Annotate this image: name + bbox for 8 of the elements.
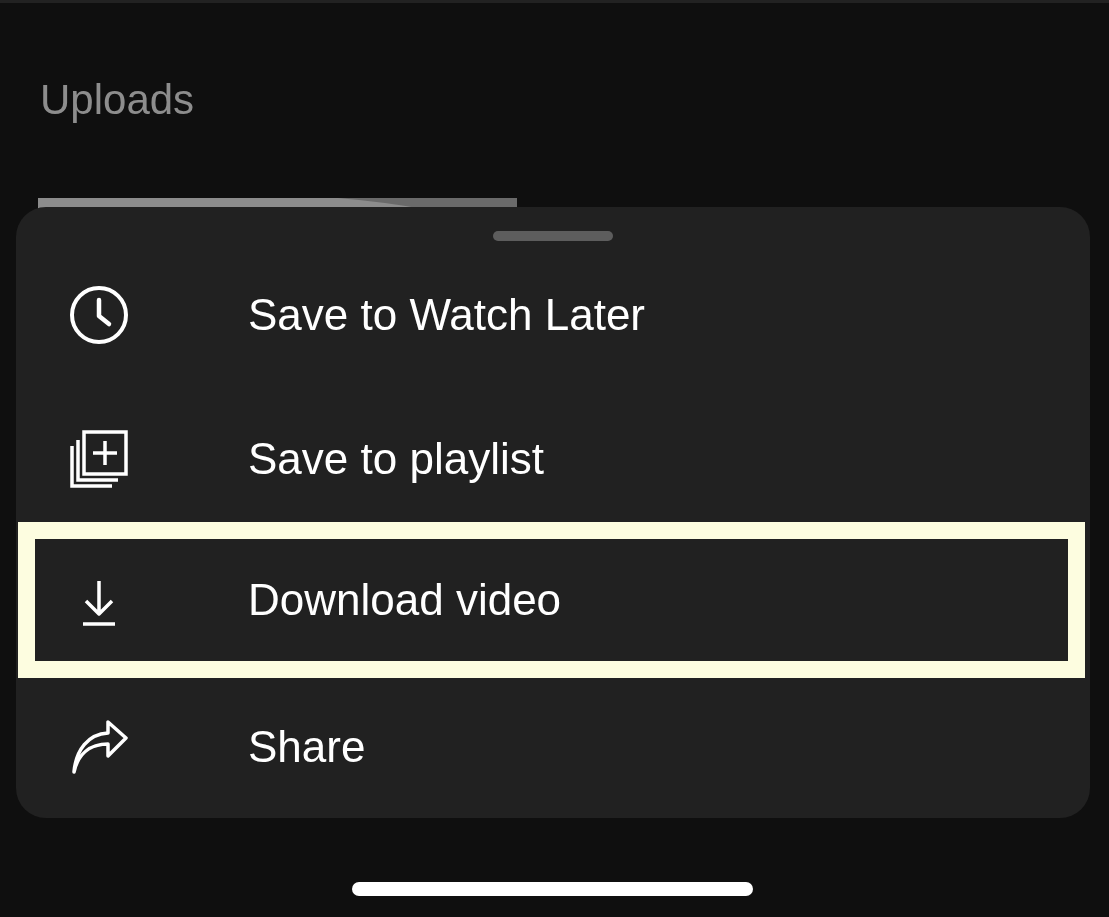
share-icon: [70, 718, 128, 776]
add-to-playlist-icon: [70, 430, 128, 488]
menu-item[interactable]: Share: [16, 675, 1090, 819]
drag-handle[interactable]: [493, 231, 613, 241]
menu-item[interactable]: Download video: [18, 522, 1085, 678]
menu-item[interactable]: Save to Watch Later: [16, 243, 1090, 387]
section-title: Uploads: [40, 75, 195, 125]
clock-icon: [70, 286, 128, 344]
